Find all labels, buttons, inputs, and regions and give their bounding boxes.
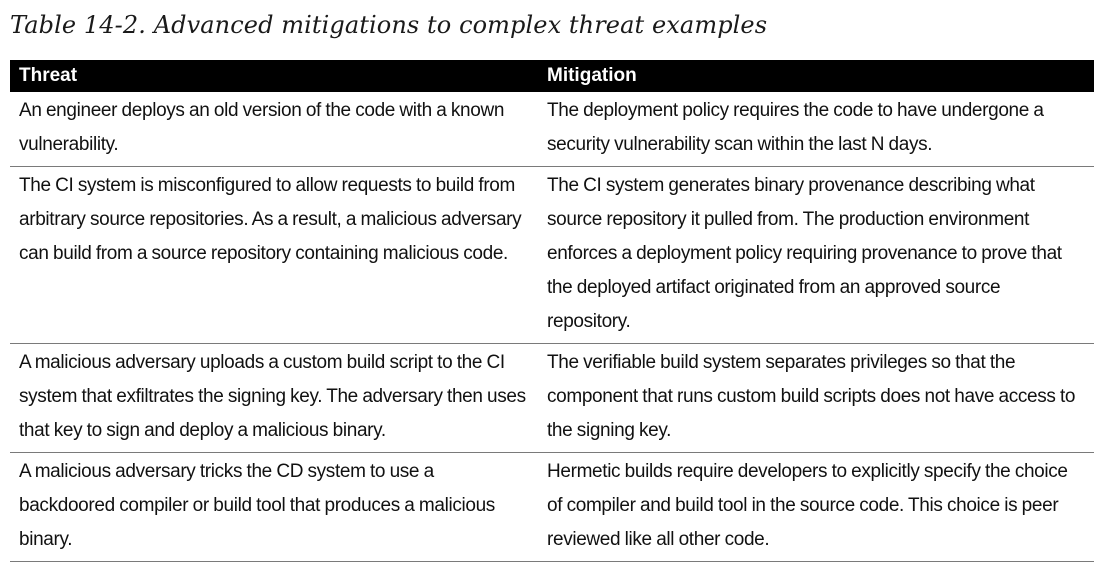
mitigation-text: The CI system generates binary provenanc… xyxy=(547,175,1062,332)
mitigation-text: The deployment policy requires the code … xyxy=(547,100,1044,155)
threat-text: The CI system is misconfigured to allow … xyxy=(19,175,522,264)
mitigation-cell: The deployment policy requires the code … xyxy=(538,92,1094,167)
threat-cell: An engineer deploys an old version of th… xyxy=(10,92,538,167)
threat-text: A malicious adversary uploads a custom b… xyxy=(19,352,526,441)
threat-cell: The CI system is misconfigured to allow … xyxy=(10,166,538,344)
mitigation-text: The verifiable build system separates pr… xyxy=(547,352,1076,441)
mitigation-text: Hermetic builds require developers to ex… xyxy=(547,461,1068,550)
table-header: Threat Mitigation xyxy=(10,60,1094,92)
table-row: An engineer deploys an old version of th… xyxy=(10,92,1094,167)
table-row: The CI system is misconfigured to allow … xyxy=(10,166,1094,344)
mitigation-cell: The verifiable build system separates pr… xyxy=(538,343,1094,453)
threat-text: A malicious adversary tricks the CD syst… xyxy=(19,461,495,550)
column-header-threat: Threat xyxy=(10,60,538,92)
mitigation-cell: The CI system generates binary provenanc… xyxy=(538,166,1094,344)
threat-text: An engineer deploys an old version of th… xyxy=(19,100,505,155)
table-row: A malicious adversary tricks the CD syst… xyxy=(10,452,1094,562)
header-row: Threat Mitigation xyxy=(10,60,1094,92)
table-caption: Table 14-2. Advanced mitigations to comp… xyxy=(10,11,768,39)
threat-cell: A malicious adversary uploads a custom b… xyxy=(10,343,538,453)
threat-cell: A malicious adversary tricks the CD syst… xyxy=(10,452,538,562)
threat-mitigation-table: Threat Mitigation An engineer deploys an… xyxy=(10,60,1094,562)
column-header-mitigation: Mitigation xyxy=(538,60,1094,92)
table-body: An engineer deploys an old version of th… xyxy=(10,92,1094,562)
mitigation-cell: Hermetic builds require developers to ex… xyxy=(538,452,1094,562)
table-row: A malicious adversary uploads a custom b… xyxy=(10,343,1094,453)
